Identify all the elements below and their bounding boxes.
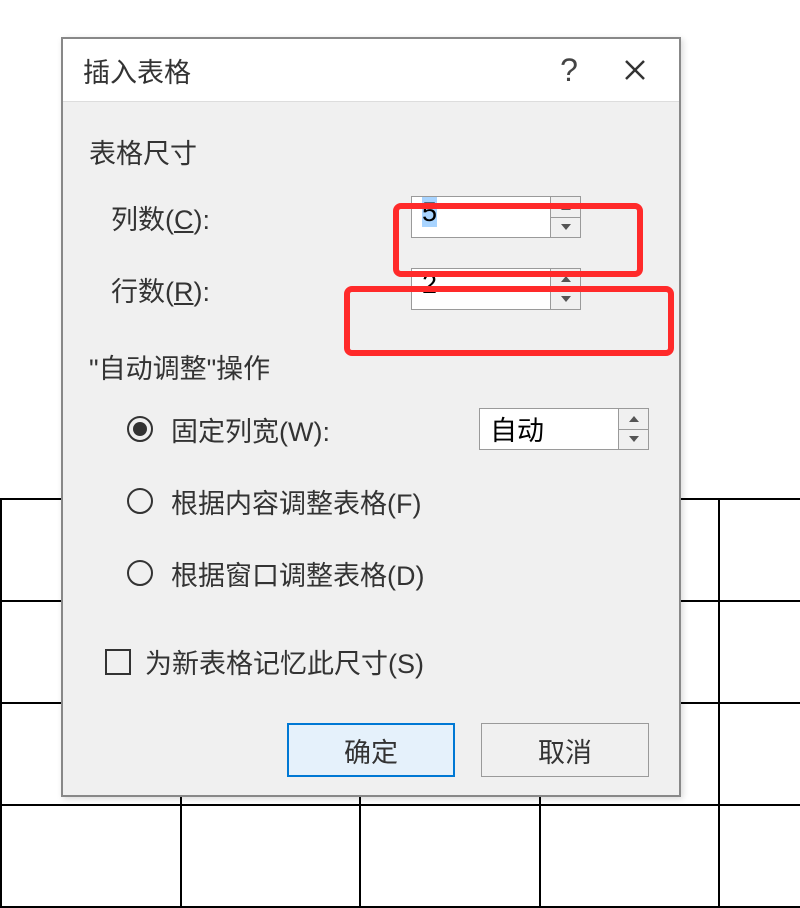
cancel-button[interactable]: 取消	[481, 723, 649, 777]
fixed-width-decrement[interactable]	[619, 430, 648, 450]
columns-spinner-buttons	[551, 196, 581, 238]
fixed-width-input[interactable]: 自动	[479, 408, 619, 450]
columns-spinner: 5	[411, 196, 581, 238]
fit-window-row: 根据窗口调整表格(D)	[89, 552, 653, 594]
help-button[interactable]: ?	[539, 52, 599, 89]
columns-input[interactable]: 5	[411, 196, 551, 238]
triangle-up-icon	[561, 276, 571, 282]
rows-input[interactable]: 2	[411, 268, 551, 310]
autofit-label: "自动调整"操作	[89, 347, 653, 386]
remember-label: 为新表格记忆此尺寸(S)	[145, 642, 424, 681]
fixed-width-spinner-buttons	[619, 408, 649, 450]
dialog-title: 插入表格	[83, 51, 539, 90]
rows-spinner-buttons	[551, 268, 581, 310]
fit-window-radio[interactable]	[127, 560, 153, 586]
columns-decrement[interactable]	[551, 218, 580, 238]
triangle-up-icon	[629, 416, 639, 422]
columns-label: 列数(C):	[111, 198, 411, 237]
dialog-body: 表格尺寸 列数(C): 5 行数(R): 2 "自动调整"操	[63, 102, 679, 795]
fit-window-label: 根据窗口调整表格(D)	[171, 554, 425, 593]
ok-button[interactable]: 确定	[287, 723, 455, 777]
columns-increment[interactable]	[551, 197, 580, 218]
remember-row: 为新表格记忆此尺寸(S)	[89, 642, 653, 681]
insert-table-dialog: 插入表格 ? 表格尺寸 列数(C): 5 行数(R): 2	[61, 37, 681, 797]
fit-content-row: 根据内容调整表格(F)	[89, 480, 653, 522]
rows-row: 行数(R): 2	[89, 265, 653, 313]
autofit-section: "自动调整"操作 固定列宽(W): 自动 根据内容调整表格(F) 根据	[89, 347, 653, 594]
fit-content-label: 根据内容调整表格(F)	[171, 482, 422, 521]
fixed-width-increment[interactable]	[619, 409, 648, 430]
fixed-width-row: 固定列宽(W): 自动	[89, 408, 653, 450]
triangle-down-icon	[561, 296, 571, 302]
fixed-width-radio[interactable]	[127, 416, 153, 442]
dialog-titlebar[interactable]: 插入表格 ?	[63, 39, 679, 102]
fit-content-radio[interactable]	[127, 488, 153, 514]
columns-row: 列数(C): 5	[89, 193, 653, 241]
table-size-label: 表格尺寸	[89, 132, 653, 171]
rows-label: 行数(R):	[111, 270, 411, 309]
dialog-footer: 确定 取消	[89, 723, 653, 777]
fixed-width-label: 固定列宽(W):	[171, 410, 330, 449]
fixed-width-spinner: 自动	[479, 408, 649, 450]
rows-increment[interactable]	[551, 269, 580, 290]
rows-decrement[interactable]	[551, 290, 580, 310]
rows-spinner: 2	[411, 268, 581, 310]
close-icon	[624, 59, 646, 81]
triangle-down-icon	[561, 224, 571, 230]
triangle-up-icon	[561, 204, 571, 210]
triangle-down-icon	[629, 436, 639, 442]
close-button[interactable]	[599, 49, 671, 91]
remember-checkbox[interactable]	[105, 649, 131, 675]
